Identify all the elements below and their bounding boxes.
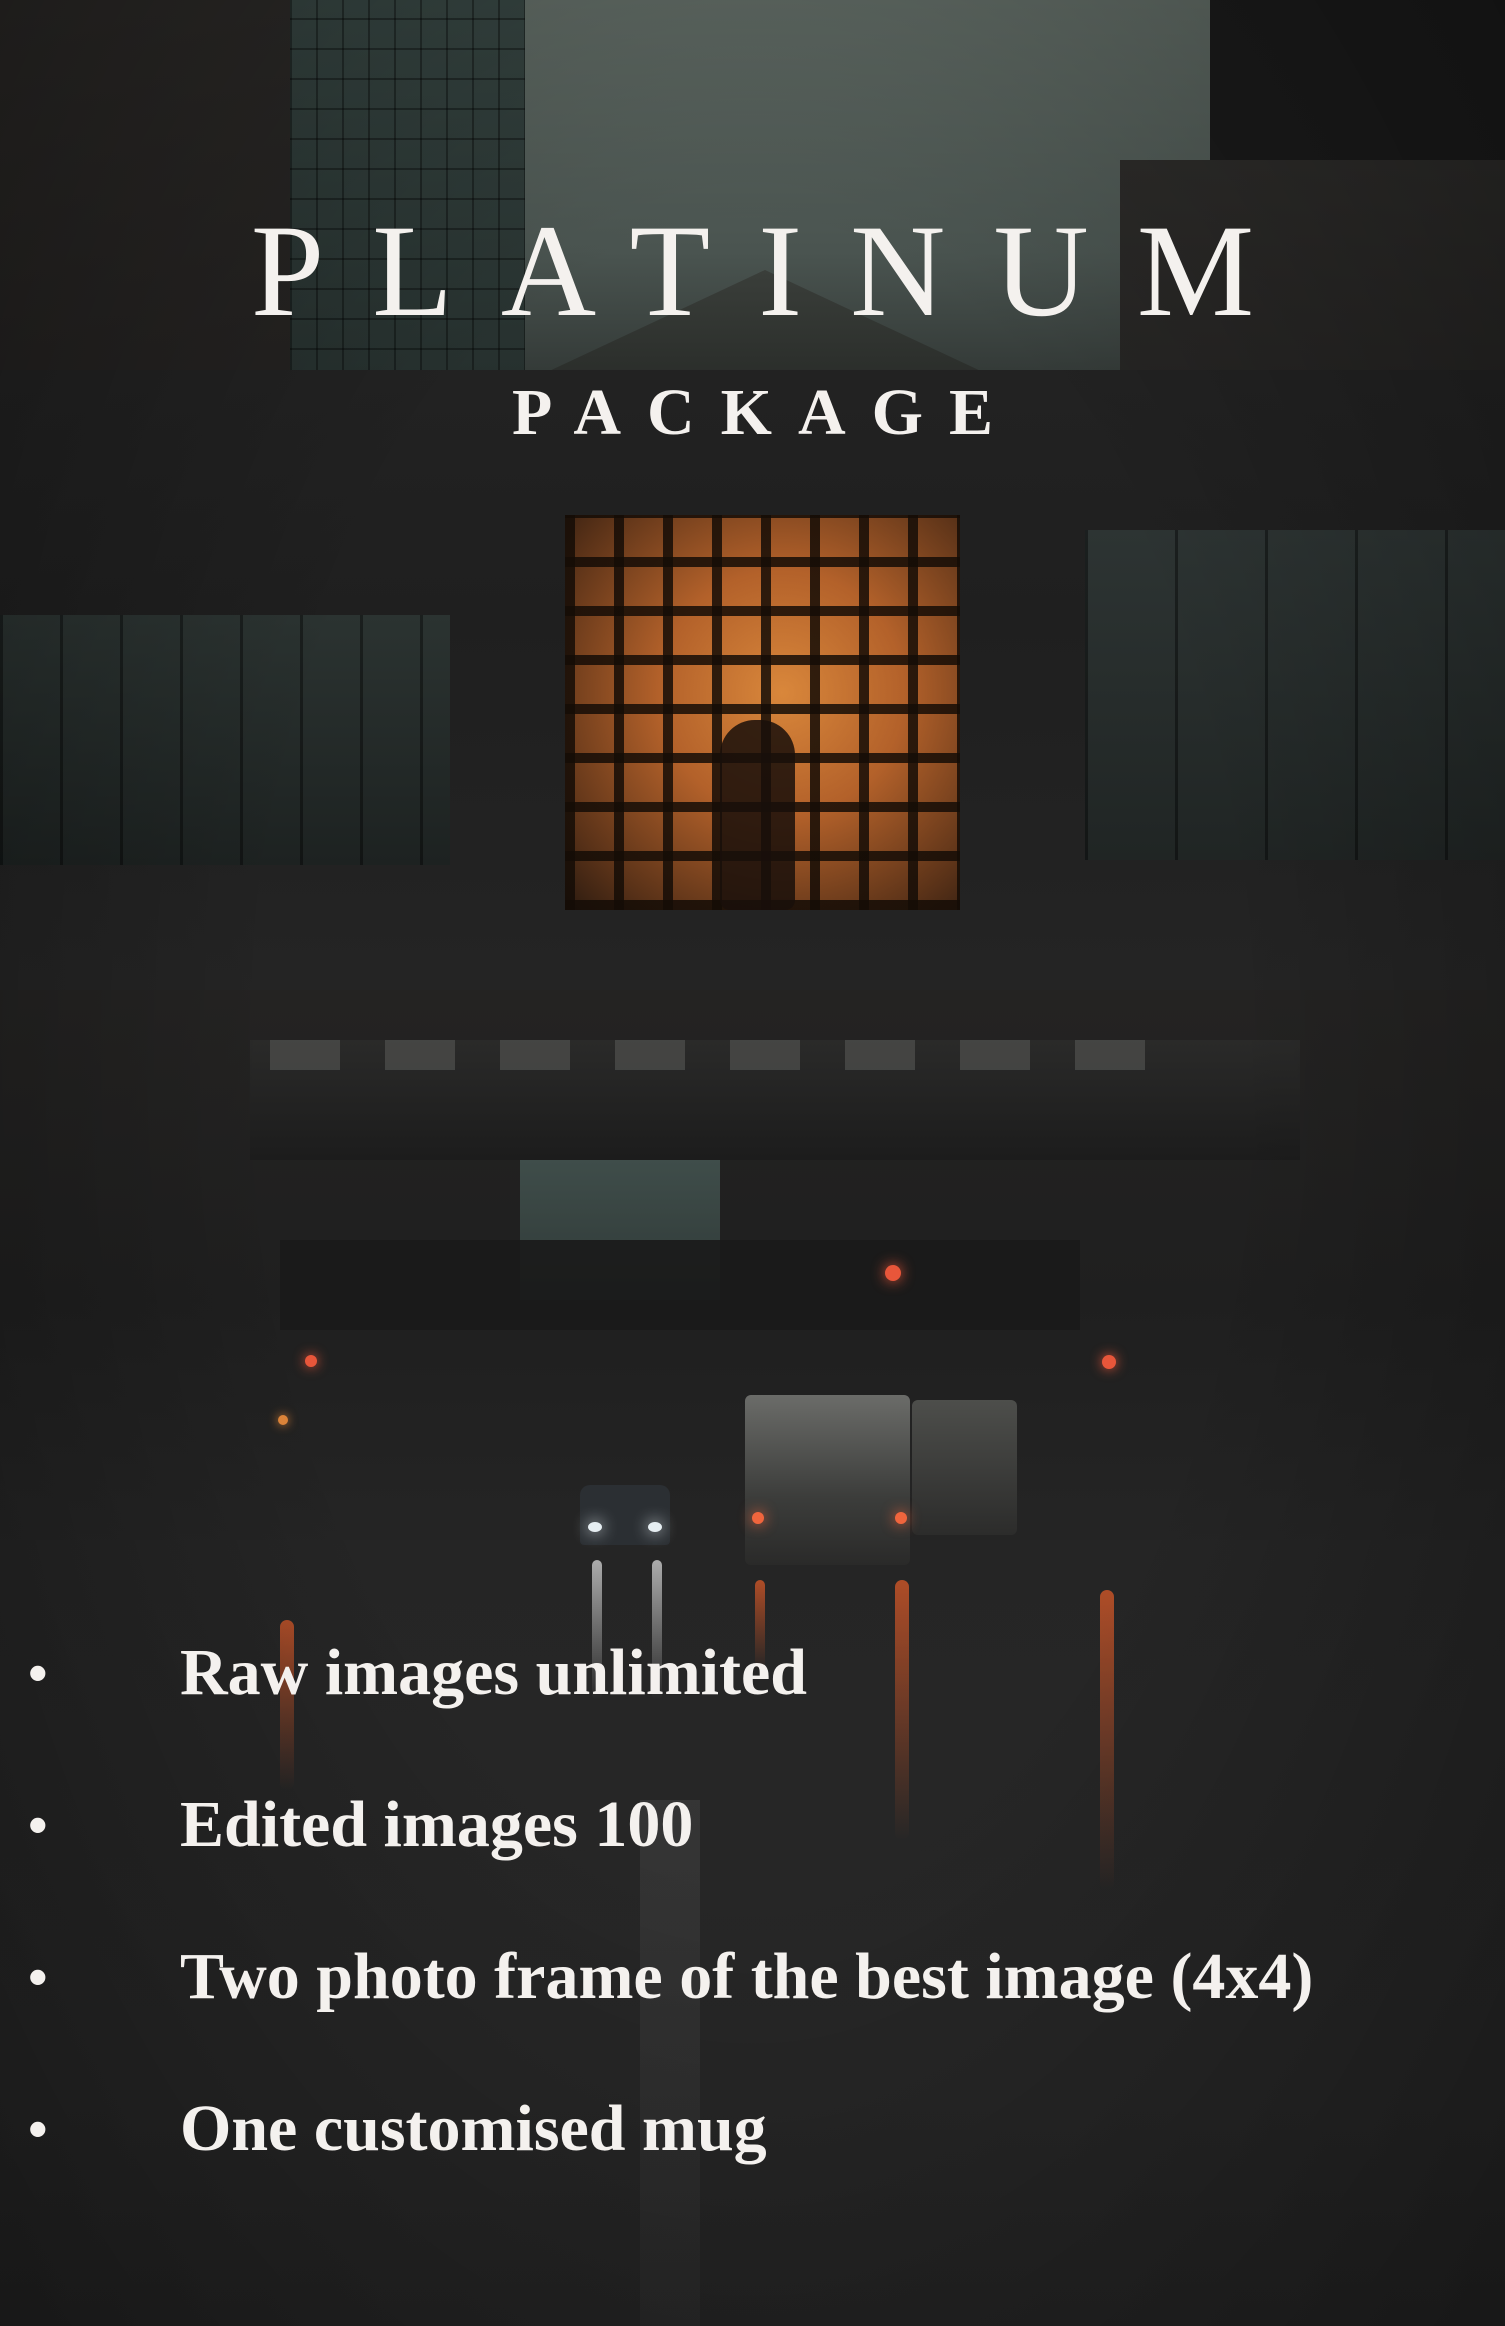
- package-subtitle: PACKAGE: [511, 376, 1020, 449]
- list-item: • Two photo frame of the best image (4x4…: [0, 1944, 1505, 2096]
- poster-canvas: PLATINUM PACKAGE • Raw images unlimited …: [0, 0, 1505, 2326]
- bullet-icon: •: [28, 1643, 48, 1705]
- list-item: • Edited images 100: [0, 1792, 1505, 1944]
- feature-text: Raw images unlimited: [180, 1636, 807, 1709]
- bullet-icon: •: [28, 1947, 48, 2009]
- list-item: • One customised mug: [0, 2096, 1505, 2248]
- feature-list: • Raw images unlimited • Edited images 1…: [0, 1640, 1505, 2248]
- bullet-icon: •: [28, 1795, 48, 1857]
- feature-text: Two photo frame of the best image (4x4): [180, 1940, 1314, 2013]
- list-item: • Raw images unlimited: [0, 1640, 1505, 1792]
- feature-text: Edited images 100: [180, 1788, 694, 1861]
- bullet-icon: •: [28, 2099, 48, 2161]
- feature-text: One customised mug: [180, 2092, 767, 2165]
- package-title: PLATINUM: [250, 197, 1303, 344]
